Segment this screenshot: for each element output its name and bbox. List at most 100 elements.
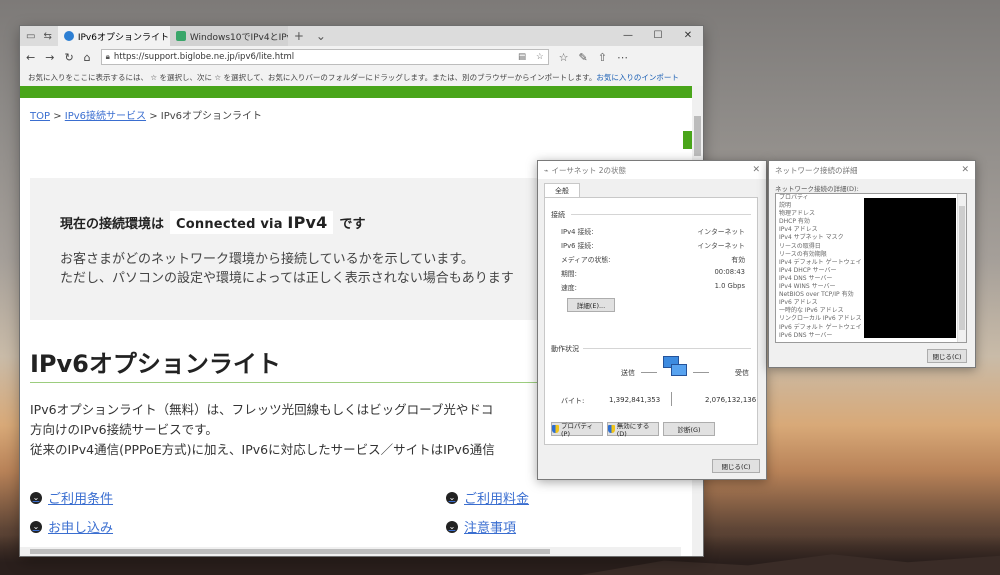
intro-line2: 方向けのIPv6接続サービスです。 bbox=[30, 422, 218, 437]
breadcrumb-top-link[interactable]: TOP bbox=[30, 111, 50, 122]
pen-icon[interactable]: ✎ bbox=[579, 51, 588, 64]
title-divider bbox=[30, 382, 590, 383]
row-key: 速度: bbox=[561, 284, 577, 292]
status-description: お客さまがどのネットワーク環境から接続しているかを示しています。 ただし、パソコ… bbox=[60, 250, 514, 288]
row-value: 1.0 Gbps bbox=[714, 282, 745, 290]
section-divider bbox=[571, 214, 751, 215]
status-desc-line1: お客さまがどのネットワーク環境から接続しているかを示しています。 bbox=[60, 252, 474, 267]
row-speed: 速度: 1.0 Gbps bbox=[561, 282, 745, 292]
back-icon[interactable]: ← bbox=[26, 51, 35, 64]
row-media: メディアの状態: 有効 bbox=[561, 254, 745, 264]
bytes-label: バイト: bbox=[561, 397, 585, 405]
import-favorites-link[interactable]: お気に入りのインポート bbox=[596, 72, 679, 83]
close-button[interactable]: 閉じる(C) bbox=[712, 459, 760, 473]
chevron-down-icon: ⌄ bbox=[446, 520, 458, 533]
favorites-icon[interactable]: ☆ bbox=[559, 51, 569, 64]
more-icon[interactable]: ⋯ bbox=[617, 51, 628, 64]
link-label: ご利用料金 bbox=[464, 492, 530, 507]
favorites-bar: お気に入りをここに表示するには、 ☆ を選択し、次に ☆ を選択して、お気に入り… bbox=[20, 68, 703, 87]
link-label: 注意事項 bbox=[464, 521, 517, 536]
dialog-titlebar: ネットワーク接続の詳細 ✕ bbox=[769, 161, 975, 179]
star-icon[interactable]: ☆ bbox=[536, 52, 544, 62]
minimize-icon[interactable]: — bbox=[613, 26, 643, 46]
bytes-recv: 2,076,132,136 bbox=[705, 396, 757, 404]
recv-line bbox=[693, 372, 709, 373]
button-label: プロパティ(P) bbox=[560, 422, 594, 438]
tab-bar: ▭ ⇆ IPv6オプションライト：BIGI ✕ Windows10でIPv4とI… bbox=[20, 26, 703, 46]
tab-preview-icon[interactable]: ▭ bbox=[26, 31, 35, 42]
sent-line bbox=[641, 372, 657, 373]
row-key: IPv6 接続: bbox=[561, 242, 594, 250]
share-icon[interactable]: ⇧ bbox=[598, 51, 607, 64]
ethernet-status-dialog: ⌁ イーサネット 2の状態 ✕ 全般 接続 IPv4 接続: インターネット IP… bbox=[537, 160, 767, 480]
refresh-icon[interactable]: ↻ bbox=[64, 51, 73, 64]
window-controls: — ☐ ✕ bbox=[613, 26, 703, 46]
badge-protocol: IPv4 bbox=[287, 213, 328, 232]
recv-label: 受信 bbox=[735, 369, 749, 377]
shield-icon bbox=[552, 425, 559, 433]
link-label: お申し込み bbox=[48, 521, 114, 536]
breadcrumb-current: IPv6オプションライト bbox=[160, 111, 263, 122]
home-icon[interactable]: ⌂ bbox=[84, 51, 91, 64]
tab-list-icon[interactable]: ⇆ bbox=[43, 31, 51, 42]
tab-windows10[interactable]: Windows10でIPv4とIPv6の優 bbox=[169, 26, 288, 46]
section-connection: 接続 bbox=[551, 211, 565, 219]
row-value: インターネット bbox=[697, 228, 745, 236]
row-value: 有効 bbox=[731, 256, 745, 264]
toolbar-tools: ☆ ✎ ⇧ ⋯ bbox=[559, 51, 628, 64]
new-tab-icon[interactable]: + bbox=[288, 26, 310, 46]
url-field[interactable]: 🔒︎ https://support.biglobe.ne.jp/ipv6/li… bbox=[100, 49, 549, 65]
dialog-titlebar: ⌁ イーサネット 2の状態 ✕ bbox=[538, 161, 766, 179]
link-notes[interactable]: ⌄ 注意事項 bbox=[446, 517, 516, 536]
computers-icon bbox=[663, 354, 687, 378]
details-button[interactable]: 詳細(E)... bbox=[567, 298, 615, 312]
globe-icon bbox=[63, 31, 74, 41]
url-text: https://support.biglobe.ne.jp/ipv6/lite.… bbox=[113, 52, 295, 62]
lock-icon: 🔒︎ bbox=[105, 52, 110, 61]
row-key: IPv4 接続: bbox=[561, 228, 594, 236]
disable-button[interactable]: 無効にする(D) bbox=[607, 422, 659, 438]
chevron-down-icon: ⌄ bbox=[446, 491, 458, 504]
reading-view-icon[interactable]: ▤ bbox=[518, 52, 526, 62]
forward-icon[interactable]: → bbox=[45, 51, 54, 64]
page-icon bbox=[175, 31, 186, 41]
chevron-down-icon[interactable]: ⌄ bbox=[310, 26, 332, 46]
close-button[interactable]: 閉じる(C) bbox=[927, 349, 967, 363]
scroll-thumb[interactable] bbox=[30, 549, 550, 554]
network-icon: ⌁ bbox=[544, 165, 549, 175]
tab-general[interactable]: 全般 bbox=[544, 183, 580, 198]
row-key: 期間: bbox=[561, 270, 577, 278]
breadcrumb-service-link[interactable]: IPv6接続サービス bbox=[65, 111, 146, 122]
section-divider bbox=[583, 348, 751, 349]
link-label: ご利用条件 bbox=[48, 492, 114, 507]
side-tab[interactable] bbox=[683, 131, 692, 149]
details-list[interactable]: プロパティ 説明 物理アドレス DHCP 有効 IPv4 アドレス IPv4 サブネット … bbox=[775, 193, 967, 343]
link-apply[interactable]: ⌄ お申し込み bbox=[30, 517, 113, 536]
link-pricing[interactable]: ⌄ ご利用料金 bbox=[446, 488, 529, 507]
diagnose-button[interactable]: 診断(G) bbox=[663, 422, 715, 436]
shield-icon bbox=[608, 425, 615, 433]
tab-ipv6-lite[interactable]: IPv6オプションライト：BIGI ✕ bbox=[57, 26, 170, 46]
scroll-thumb[interactable] bbox=[959, 206, 965, 330]
tab-actions: ▭ ⇆ bbox=[20, 26, 58, 46]
address-bar: ← → ↻ ⌂ 🔒︎ https://support.biglobe.ne.jp… bbox=[20, 46, 703, 68]
close-icon[interactable]: ✕ bbox=[961, 165, 969, 175]
status-suffix: です bbox=[339, 217, 366, 232]
bytes-sent: 1,392,841,353 bbox=[609, 396, 661, 404]
scroll-thumb[interactable] bbox=[694, 116, 701, 156]
favorites-hint: お気に入りをここに表示するには、 ☆ を選択し、次に ☆ を選択して、お気に入り… bbox=[28, 72, 597, 82]
chevron-down-icon: ⌄ bbox=[30, 520, 42, 533]
properties-button[interactable]: プロパティ(P) bbox=[551, 422, 603, 438]
dialog-title: イーサネット 2の状態 bbox=[551, 165, 627, 175]
close-icon[interactable]: ✕ bbox=[752, 165, 760, 175]
intro-line3: 従来のIPv4通信(PPPoE方式)に加え、IPv6に対応したサービス／サイトは… bbox=[30, 442, 495, 457]
maximize-icon[interactable]: ☐ bbox=[643, 26, 673, 46]
close-window-icon[interactable]: ✕ bbox=[673, 26, 703, 46]
dialog-title: ネットワーク接続の詳細 bbox=[775, 165, 858, 175]
page-title: IPv6オプションライト bbox=[30, 350, 281, 378]
general-panel: 接続 IPv4 接続: インターネット IPv6 接続: インターネット メディアの… bbox=[544, 197, 758, 445]
breadcrumb-sep: > bbox=[146, 111, 161, 122]
vertical-scrollbar[interactable] bbox=[957, 194, 966, 342]
horizontal-scrollbar[interactable] bbox=[20, 547, 681, 556]
link-terms[interactable]: ⌄ ご利用条件 bbox=[30, 488, 113, 507]
